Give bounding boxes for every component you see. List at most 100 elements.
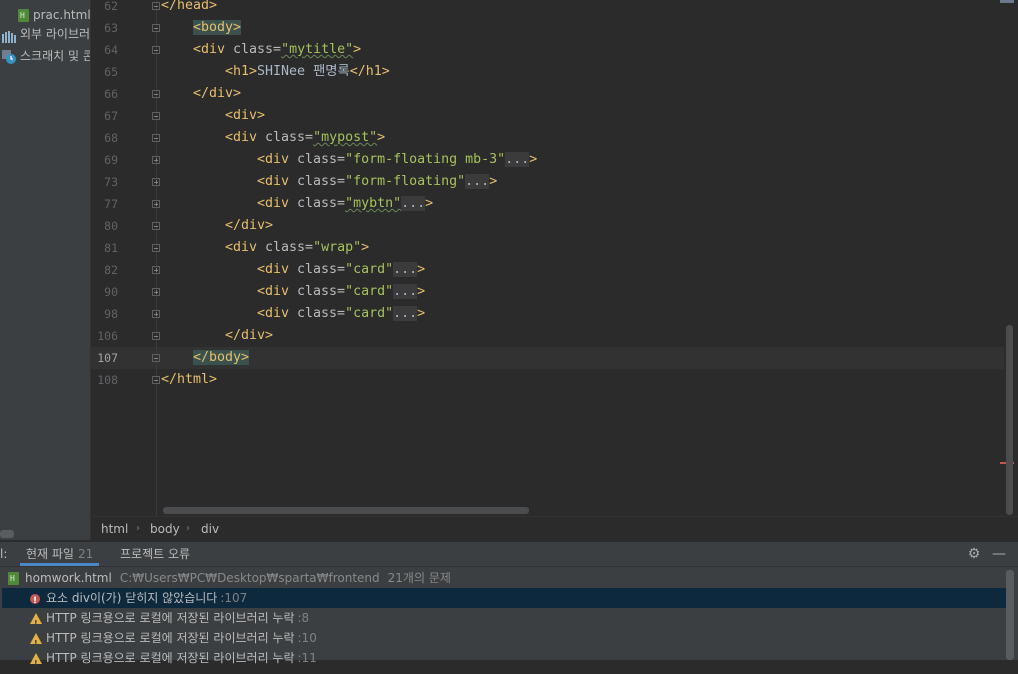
line-number-current: 107: [97, 351, 118, 365]
editor-vertical-scrollbar[interactable]: [1006, 325, 1013, 515]
problem-text: HTTP 링크용으로 로컬에 저장된 라이브러리 누락: [46, 611, 295, 625]
code-tag-highlighted: <body>: [193, 20, 242, 35]
project-sidebar: prac.html 외부 라이브러리 스크래치 및 콘솔: [0, 0, 91, 540]
problem-row[interactable]: HTTP 링크용으로 로컬에 저장된 라이브러리 누락:10: [30, 628, 1018, 654]
fold-marker[interactable]: [152, 332, 160, 340]
breadcrumb: html › body › div: [91, 516, 1018, 541]
code-attr: class=: [297, 152, 346, 167]
problem-count: 21개의 문제: [387, 571, 451, 585]
code-line: <body>: [193, 17, 242, 39]
fold-expand-marker[interactable]: [152, 178, 160, 186]
sidebar-item-scratches[interactable]: 스크래치 및 콘솔: [2, 46, 90, 66]
html-file-icon: [8, 572, 19, 585]
editor-horizontal-scrollbar[interactable]: [163, 507, 529, 514]
problem-row[interactable]: HTTP 링크용으로 로컬에 저장된 라이브러리 누락:8: [30, 608, 1018, 634]
sidebar-item-label: 스크래치 및 콘솔: [20, 49, 90, 63]
problem-text: HTTP 링크용으로 로컬에 저장된 라이브러리 누락: [46, 631, 295, 645]
fold-marker[interactable]: [152, 46, 160, 54]
fold-expand-marker[interactable]: [152, 266, 160, 274]
line-number: 81: [104, 241, 118, 255]
minimize-icon[interactable]: —: [991, 546, 1007, 562]
line-number: 77: [104, 197, 118, 211]
code-tag: <div: [257, 306, 298, 321]
problem-text: HTTP 링크용으로 로컬에 저장된 라이브러리 누락: [46, 651, 295, 665]
sidebar-item-prac-html[interactable]: prac.html: [18, 5, 91, 25]
line-number: 80: [104, 219, 118, 233]
folded-code-placeholder[interactable]: ...: [393, 284, 418, 299]
code-line: <div>: [225, 105, 265, 127]
chevron-right-icon: ›: [186, 523, 190, 534]
breadcrumb-item-body[interactable]: body: [150, 517, 180, 541]
code-attr: class=: [265, 240, 314, 255]
code-line: </div>: [225, 215, 273, 237]
fold-expand-marker[interactable]: [152, 200, 160, 208]
fold-marker[interactable]: [152, 376, 160, 384]
code-tag: <div>: [225, 108, 266, 123]
fold-marker[interactable]: [152, 24, 160, 32]
problem-file-path: C:₩Users₩PC₩Desktop₩sparta₩frontend: [119, 571, 380, 585]
code-line: <div class="card"...>: [257, 259, 425, 281]
line-number: 68: [104, 131, 118, 145]
folded-code-placeholder[interactable]: ...: [393, 262, 418, 277]
code-value: "card": [345, 306, 394, 321]
error-icon: [30, 591, 40, 611]
sidebar-item-external-libraries[interactable]: 외부 라이브러리: [2, 24, 91, 44]
code-tag: </html>: [161, 372, 218, 387]
sidebar-item-label: 외부 라이브러리: [20, 27, 91, 41]
code-value: "mytitle": [281, 42, 354, 57]
code-tag: </div>: [193, 86, 242, 101]
code-value: "card": [345, 262, 394, 277]
fold-expand-marker[interactable]: [152, 310, 160, 318]
line-number: 64: [104, 43, 118, 57]
fold-marker[interactable]: [152, 134, 160, 142]
code-line: </head>: [161, 0, 217, 17]
line-number: 98: [104, 307, 118, 321]
code-tag: >: [489, 174, 498, 189]
code-text: SHINee 팬명록: [257, 64, 350, 79]
fold-marker[interactable]: [152, 2, 160, 10]
code-value: "form-floating": [345, 174, 466, 189]
fold-expand-marker[interactable]: [152, 288, 160, 296]
problem-text: 요소 div이(가) 닫히지 않았습니다: [46, 591, 218, 605]
line-number: 65: [104, 65, 118, 79]
sidebar-scrollbar[interactable]: [0, 530, 14, 538]
code-tag: <div: [225, 130, 266, 145]
fold-expand-marker[interactable]: [152, 156, 160, 164]
code-line: <div class="form-floating"...>: [257, 171, 497, 193]
folded-code-placeholder[interactable]: ...: [505, 152, 530, 167]
code-line: <div class="card"...>: [257, 281, 425, 303]
problem-line: :107: [220, 591, 248, 605]
problem-row-selected[interactable]: 요소 div이(가) 닫히지 않았습니다:107: [2, 588, 1012, 611]
code-line: <div class="card"...>: [257, 303, 425, 325]
tab-project-errors[interactable]: 프로젝트 오류: [120, 542, 190, 566]
sidebar-item-label: prac.html: [33, 8, 91, 22]
breadcrumb-item-html[interactable]: html: [101, 517, 128, 541]
fold-marker[interactable]: [152, 244, 160, 252]
gear-icon[interactable]: ⚙: [966, 546, 982, 562]
code-tag: >: [417, 306, 426, 321]
error-stripe-mark[interactable]: [1000, 0, 1014, 3]
problems-scrollbar[interactable]: [1006, 570, 1014, 660]
fold-marker[interactable]: [152, 112, 160, 120]
panel-label-fragment: l:: [0, 547, 8, 561]
breadcrumb-item-div[interactable]: div: [201, 517, 219, 541]
line-number-gutter: 62 63 64 65 66 67 68 69 73 77 80 81 82 9…: [91, 0, 160, 516]
fold-marker[interactable]: [152, 354, 160, 362]
code-tag: >: [425, 196, 434, 211]
warning-icon: [30, 633, 42, 654]
code-tag: >: [377, 130, 386, 145]
folded-code-placeholder[interactable]: ...: [465, 174, 490, 189]
folded-code-placeholder[interactable]: ...: [401, 196, 426, 211]
code-tag: </h1>: [349, 64, 390, 79]
code-line: </div>: [225, 325, 273, 347]
problem-row[interactable]: HTTP 링크용으로 로컬에 저장된 라이브러리 누락:11: [30, 648, 1018, 674]
fold-marker[interactable]: [152, 90, 160, 98]
code-editor[interactable]: 62 63 64 65 66 67 68 69 73 77 80 81 82 9…: [91, 0, 1018, 516]
code-tag: <div: [257, 196, 298, 211]
fold-marker[interactable]: [152, 222, 160, 230]
problem-file-row[interactable]: homwork.html C:₩Users₩PC₩Desktop₩sparta₩f…: [8, 568, 1012, 588]
code-tag: >: [353, 42, 362, 57]
tab-current-file[interactable]: 현재 파일 21: [19, 542, 100, 566]
folded-code-placeholder[interactable]: ...: [393, 306, 418, 321]
html-file-icon: [18, 9, 29, 22]
